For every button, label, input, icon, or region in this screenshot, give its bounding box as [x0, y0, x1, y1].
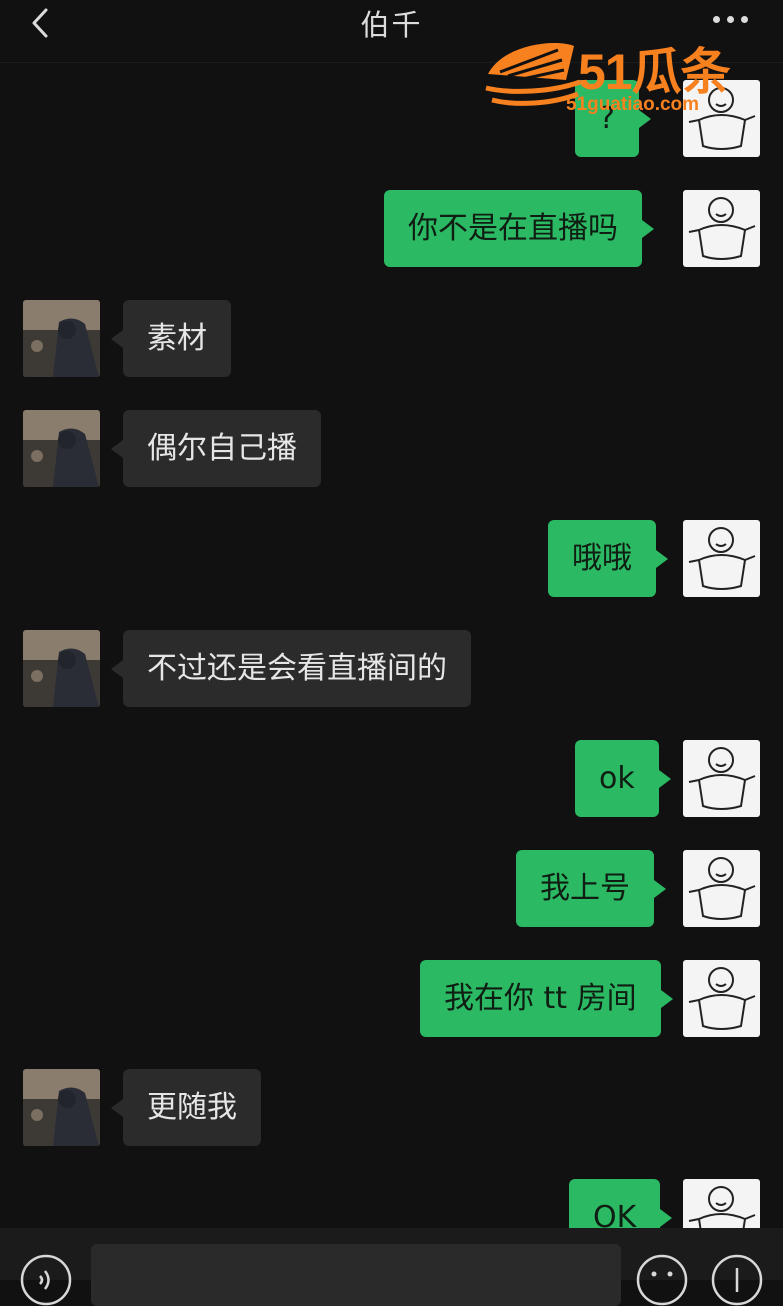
cartoon-avatar-icon — [688, 967, 756, 1030]
emoji-icon[interactable] — [636, 1254, 688, 1306]
hooded-person-photo — [23, 300, 100, 377]
hooded-person-photo — [23, 410, 100, 487]
chat-input-bar — [0, 1228, 783, 1306]
message-bubble-sent[interactable]: ok — [575, 740, 671, 817]
cartoon-avatar-icon — [688, 197, 756, 260]
my-avatar[interactable] — [683, 520, 760, 597]
message-bubble-sent[interactable]: 我上号 — [516, 850, 666, 927]
message-bubble-received[interactable]: 素材 — [111, 300, 231, 377]
message-bubble-sent[interactable]: 哦哦 — [548, 520, 668, 597]
watermark-logo: 51瓜条 51guatiao.com — [482, 36, 757, 118]
hooded-person-photo — [23, 1069, 100, 1146]
message-input[interactable] — [91, 1244, 621, 1306]
cartoon-avatar-icon — [688, 857, 756, 920]
message-bubble-received[interactable]: 不过还是会看直播间的 — [111, 630, 471, 707]
contact-avatar[interactable] — [23, 1069, 100, 1146]
cartoon-avatar-icon — [688, 527, 756, 590]
cartoon-avatar-icon — [688, 747, 756, 810]
my-avatar[interactable] — [683, 190, 760, 267]
my-avatar[interactable] — [683, 960, 760, 1037]
my-avatar[interactable] — [683, 740, 760, 817]
hooded-person-photo — [23, 630, 100, 707]
message-bubble-sent[interactable]: 我在你 tt 房间 — [420, 960, 673, 1037]
my-avatar[interactable] — [683, 850, 760, 927]
message-bubble-received[interactable]: 更随我 — [111, 1069, 261, 1146]
message-bubble-received[interactable]: 偶尔自己播 — [111, 410, 321, 487]
watermark-url: 51guatiao.com — [566, 94, 700, 115]
more-options-icon[interactable] — [713, 16, 749, 24]
contact-avatar[interactable] — [23, 630, 100, 707]
voice-input-icon[interactable] — [20, 1254, 72, 1306]
plus-icon[interactable] — [711, 1254, 763, 1306]
contact-avatar[interactable] — [23, 410, 100, 487]
contact-avatar[interactable] — [23, 300, 100, 377]
message-bubble-sent[interactable]: 你不是在直播吗 — [384, 190, 654, 267]
